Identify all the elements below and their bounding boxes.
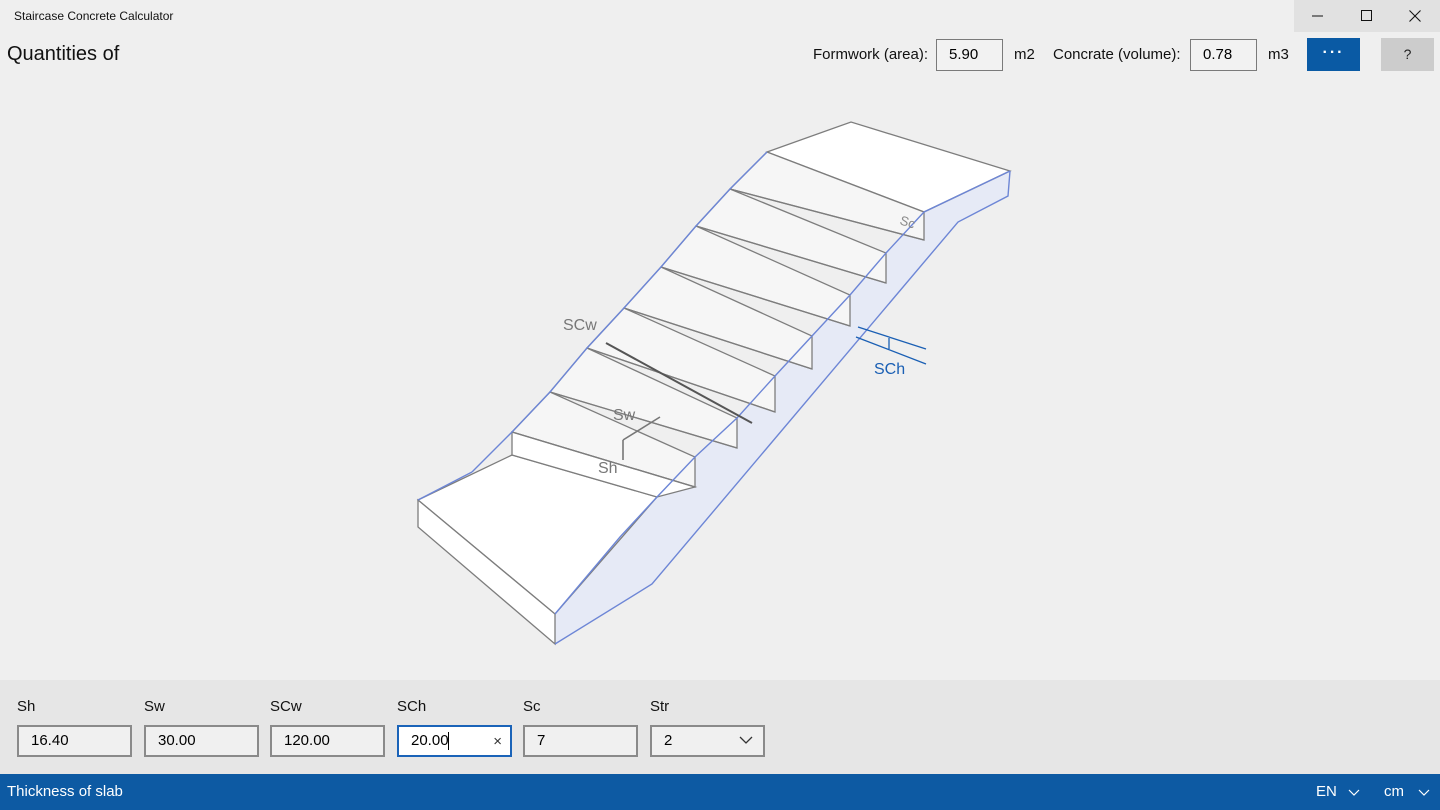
sc-label: Sc (523, 698, 541, 715)
formwork-label: Formwork (area): (813, 46, 929, 63)
unit-chevron-icon (1418, 789, 1430, 796)
concrete-label: Concrate (volume): (1053, 46, 1181, 63)
page-title: Quantities of (7, 43, 120, 65)
scw-diagram-label: SCw (563, 317, 597, 334)
concrete-unit: m3 (1268, 46, 1289, 63)
sch-dimension (855, 326, 927, 365)
close-button[interactable] (1391, 0, 1440, 32)
formwork-unit: m2 (1014, 46, 1035, 63)
sh-label: Sh (17, 698, 36, 715)
window-controls (1294, 0, 1440, 32)
str-label: Str (650, 698, 670, 715)
maximize-icon (1360, 10, 1372, 21)
scw-input[interactable]: 120.00 (270, 725, 385, 757)
sc-input[interactable]: 7 (523, 725, 638, 757)
status-bar: Thickness of slab EN cm (0, 774, 1440, 810)
chevron-down-icon (739, 736, 753, 744)
sch-label: SCh (397, 698, 427, 715)
text-caret (448, 732, 449, 750)
language-chevron-icon (1348, 789, 1360, 796)
help-button[interactable]: ? (1381, 38, 1434, 71)
formwork-value-field[interactable]: 5.90 (936, 39, 1003, 71)
str-select[interactable]: 2 (650, 725, 765, 757)
unit-selector[interactable]: cm (1384, 783, 1434, 800)
str-select-value: 2 (664, 732, 673, 749)
language-selector[interactable]: EN (1316, 783, 1362, 800)
app-title: Staircase Concrete Calculator (14, 9, 174, 23)
minimize-button[interactable] (1294, 0, 1343, 32)
status-text: Thickness of slab (7, 783, 123, 800)
minimize-icon (1312, 15, 1324, 17)
title-bar: Staircase Concrete Calculator (0, 0, 1440, 32)
more-options-button[interactable]: ··· (1307, 38, 1360, 71)
unit-value: cm (1384, 783, 1404, 800)
scw-label: SCw (270, 698, 302, 715)
sch-input-value: 20.00 (411, 732, 449, 749)
maximize-button[interactable] (1343, 0, 1392, 32)
sch-input[interactable]: 20.00 × (397, 725, 512, 757)
sw-diagram-label: Sw (613, 407, 636, 424)
clear-icon[interactable]: × (493, 728, 502, 756)
sw-input[interactable]: 30.00 (144, 725, 259, 757)
sh-diagram-label: Sh (598, 460, 618, 477)
language-value: EN (1316, 783, 1337, 800)
sch-diagram-label: SCh (874, 361, 905, 378)
close-icon (1409, 10, 1422, 22)
concrete-value-field[interactable]: 0.78 (1190, 39, 1257, 71)
parameter-panel: Sh 16.40 Sw 30.00 SCw 120.00 SCh 20.00 ×… (0, 680, 1440, 774)
sw-label: Sw (144, 698, 165, 715)
staircase-diagram: Sc SCw SCh Sw Sh (416, 121, 1012, 646)
sh-input[interactable]: 16.40 (17, 725, 132, 757)
